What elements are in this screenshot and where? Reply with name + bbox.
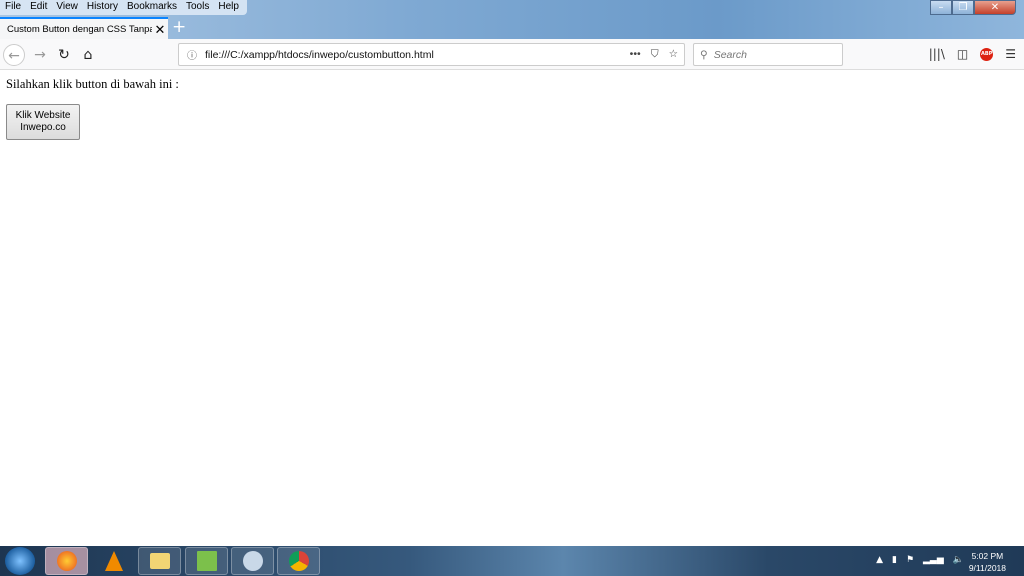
nav-bar: ← → ↻ ⌂ ⓘ file:///C:/xampp/htdocs/inwepo… [0, 39, 1024, 70]
start-button[interactable] [5, 547, 35, 575]
notepad-icon [196, 551, 217, 571]
menu-bookmarks[interactable]: Bookmarks [122, 0, 181, 15]
action-center-icon[interactable]: ⚑ [906, 555, 914, 565]
button-label-line2: Inwepo.co [20, 122, 66, 133]
instruction-text: Silahkan klik button di bawah ini : [6, 77, 179, 91]
taskbar-notepad[interactable] [185, 547, 228, 575]
folder-icon [149, 553, 170, 569]
taskbar-paint[interactable] [231, 547, 274, 575]
button-label-line1: Klik Website [15, 110, 71, 121]
new-tab-button[interactable]: + [172, 17, 186, 37]
close-window-button[interactable]: ✕ [974, 0, 1016, 15]
power-icon[interactable]: ▮ [892, 555, 897, 565]
pocket-icon[interactable]: ⛉ [651, 48, 659, 61]
more-actions-icon[interactable]: ••• [630, 48, 641, 61]
menu-edit[interactable]: Edit [25, 0, 51, 15]
bookmark-star-icon[interactable]: ☆ [669, 48, 678, 61]
menu-file[interactable]: File [0, 0, 25, 15]
clock-date: 9/11/2018 [968, 563, 1006, 573]
menu-tools[interactable]: Tools [181, 0, 213, 15]
clock-time: 5:02 PM [971, 551, 1004, 561]
sidebar-icon[interactable]: ◫ [957, 47, 968, 61]
search-input[interactable]: ⚲ Search [693, 43, 843, 66]
menu-view[interactable]: View [51, 0, 82, 15]
network-icon[interactable]: ▂▃▅ [923, 555, 944, 565]
taskbar: ▲ ▮ ⚑ ▂▃▅ 🔈 5:02 PM 9/11/2018 [0, 546, 1024, 576]
chrome-icon [288, 551, 309, 571]
taskbar-file-explorer[interactable] [138, 547, 181, 575]
url-text: file:///C:/xampp/htdocs/inwepo/custombut… [205, 48, 434, 61]
hamburger-menu-icon[interactable]: ☰ [1005, 47, 1016, 61]
menu-help[interactable]: Help [213, 0, 243, 15]
visit-website-button[interactable]: Klik Website Inwepo.co [6, 104, 80, 140]
paint-icon [242, 551, 263, 571]
adblock-icon[interactable]: ABP [980, 47, 994, 61]
taskbar-chrome[interactable] [277, 547, 320, 575]
search-placeholder: Search [713, 48, 747, 61]
reload-button[interactable]: ↻ [53, 44, 75, 66]
info-icon[interactable]: ⓘ [187, 47, 205, 62]
page-content: Silahkan klik button di bawah ini : Klik… [0, 71, 1024, 546]
menu-bar: File Edit View History Bookmarks Tools H… [0, 0, 247, 15]
system-tray: ▲ ▮ ⚑ ▂▃▅ 🔈 [876, 555, 964, 565]
clock[interactable]: 5:02 PM 9/11/2018 [969, 550, 1006, 574]
restore-button[interactable]: ❐ [952, 0, 974, 15]
tab-active[interactable]: Custom Button dengan CSS Tanpa Gambar ✕ [0, 17, 168, 40]
search-icon: ⚲ [700, 48, 708, 61]
minimize-button[interactable]: – [930, 0, 952, 15]
home-button[interactable]: ⌂ [77, 44, 99, 66]
library-icon[interactable]: |||\ [929, 47, 945, 61]
taskbar-vlc[interactable] [92, 547, 135, 575]
show-hidden-icons[interactable]: ▲ [876, 555, 883, 565]
close-tab-icon[interactable]: ✕ [152, 22, 168, 38]
vlc-icon [104, 551, 123, 571]
menu-history[interactable]: History [82, 0, 122, 15]
url-bar[interactable]: ⓘ file:///C:/xampp/htdocs/inwepo/customb… [178, 43, 685, 66]
forward-button[interactable]: → [29, 44, 51, 66]
back-button[interactable]: ← [3, 44, 25, 66]
tab-title: Custom Button dengan CSS Tanpa Gambar [7, 24, 152, 35]
volume-icon[interactable]: 🔈 [953, 555, 964, 565]
firefox-icon [56, 551, 77, 571]
taskbar-firefox[interactable] [45, 547, 88, 575]
